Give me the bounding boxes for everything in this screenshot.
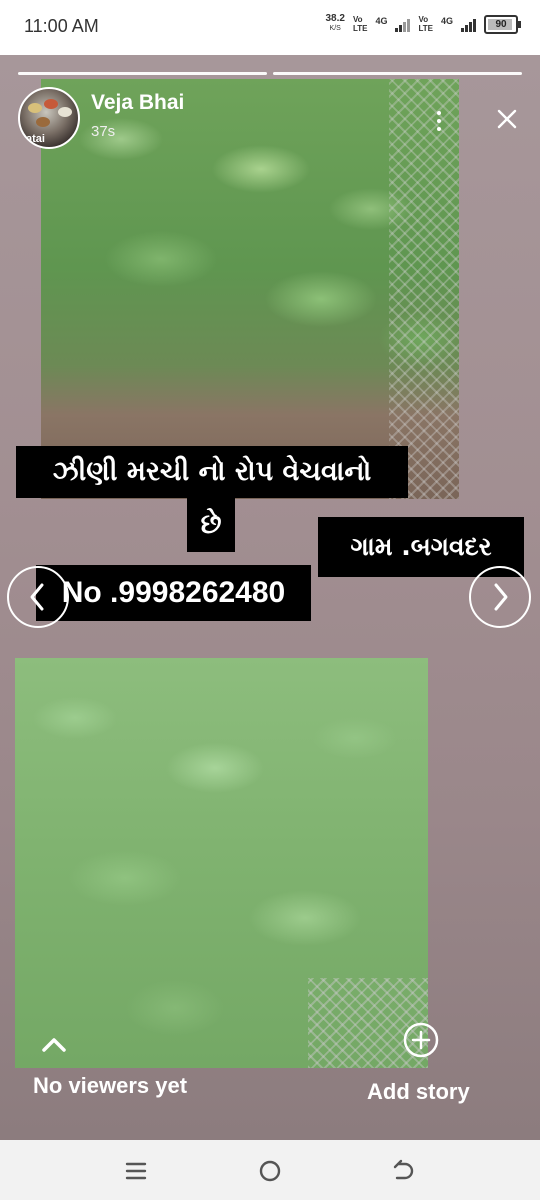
battery-level: 90 bbox=[495, 18, 507, 30]
story-username[interactable]: Veja Bhai bbox=[91, 91, 184, 115]
story-header: atai Veja Bhai 37s bbox=[18, 87, 522, 151]
more-vertical-icon[interactable] bbox=[434, 111, 444, 135]
volte-1-bottom: LTE bbox=[352, 24, 368, 33]
close-icon[interactable] bbox=[495, 107, 519, 131]
next-story-button[interactable] bbox=[469, 566, 531, 628]
network-speed-unit: K/S bbox=[329, 25, 341, 32]
network-type-1: 4G bbox=[375, 16, 388, 26]
volte-2-bottom: LTE bbox=[418, 24, 433, 33]
home-icon[interactable] bbox=[257, 1158, 283, 1184]
add-story-button[interactable]: Add story bbox=[367, 1079, 470, 1105]
story-progress-bar bbox=[18, 72, 522, 76]
signal-icon-2 bbox=[461, 16, 476, 32]
chevron-left-icon bbox=[30, 583, 44, 611]
volte-indicator-2: Vo LTE bbox=[418, 15, 433, 33]
status-time: 11:00 AM bbox=[24, 16, 99, 36]
battery-icon: 90 bbox=[484, 14, 521, 34]
system-navigation-bar bbox=[0, 1140, 540, 1200]
volte-indicator-1: Vo LTE bbox=[353, 15, 368, 33]
back-icon[interactable] bbox=[390, 1158, 416, 1184]
caption-line-1: ઝીણી મરચી નો રોપ વેચવાનો bbox=[16, 446, 408, 498]
story-viewer[interactable]: atai Veja Bhai 37s ઝીણી મરચી નો રોપ વેચવ… bbox=[0, 55, 540, 1140]
progress-segment bbox=[273, 72, 522, 75]
avatar-tag: atai bbox=[26, 133, 45, 145]
chevron-right-icon bbox=[494, 583, 508, 611]
progress-segment bbox=[18, 72, 267, 75]
status-icons: 38.2 K/S Vo LTE 4G Vo LTE 4G 90 bbox=[325, 14, 521, 34]
previous-story-button[interactable] bbox=[7, 566, 69, 628]
network-speed-value: 38.2 bbox=[325, 13, 345, 24]
add-circle-icon[interactable] bbox=[402, 1021, 440, 1059]
viewers-button[interactable]: No viewers yet bbox=[33, 1073, 187, 1099]
story-photo-bottom bbox=[15, 658, 428, 1068]
recent-apps-icon[interactable] bbox=[123, 1158, 149, 1184]
network-speed: 38.2 K/S bbox=[325, 14, 344, 34]
volte-2-top: Vo bbox=[418, 15, 429, 24]
status-bar: 11:00 AM 38.2 K/S Vo LTE 4G Vo LTE 4G 90 bbox=[0, 0, 540, 55]
story-timestamp: 37s bbox=[91, 123, 116, 140]
signal-icon-1 bbox=[395, 16, 411, 32]
caption-phone: No .9998262480 bbox=[36, 565, 311, 621]
avatar[interactable]: atai bbox=[18, 87, 80, 149]
network-type-2: 4G bbox=[440, 16, 453, 26]
chevron-up-icon[interactable] bbox=[40, 1035, 68, 1055]
volte-1-top: Vo bbox=[352, 15, 363, 24]
caption-line-2: છે bbox=[187, 498, 235, 552]
